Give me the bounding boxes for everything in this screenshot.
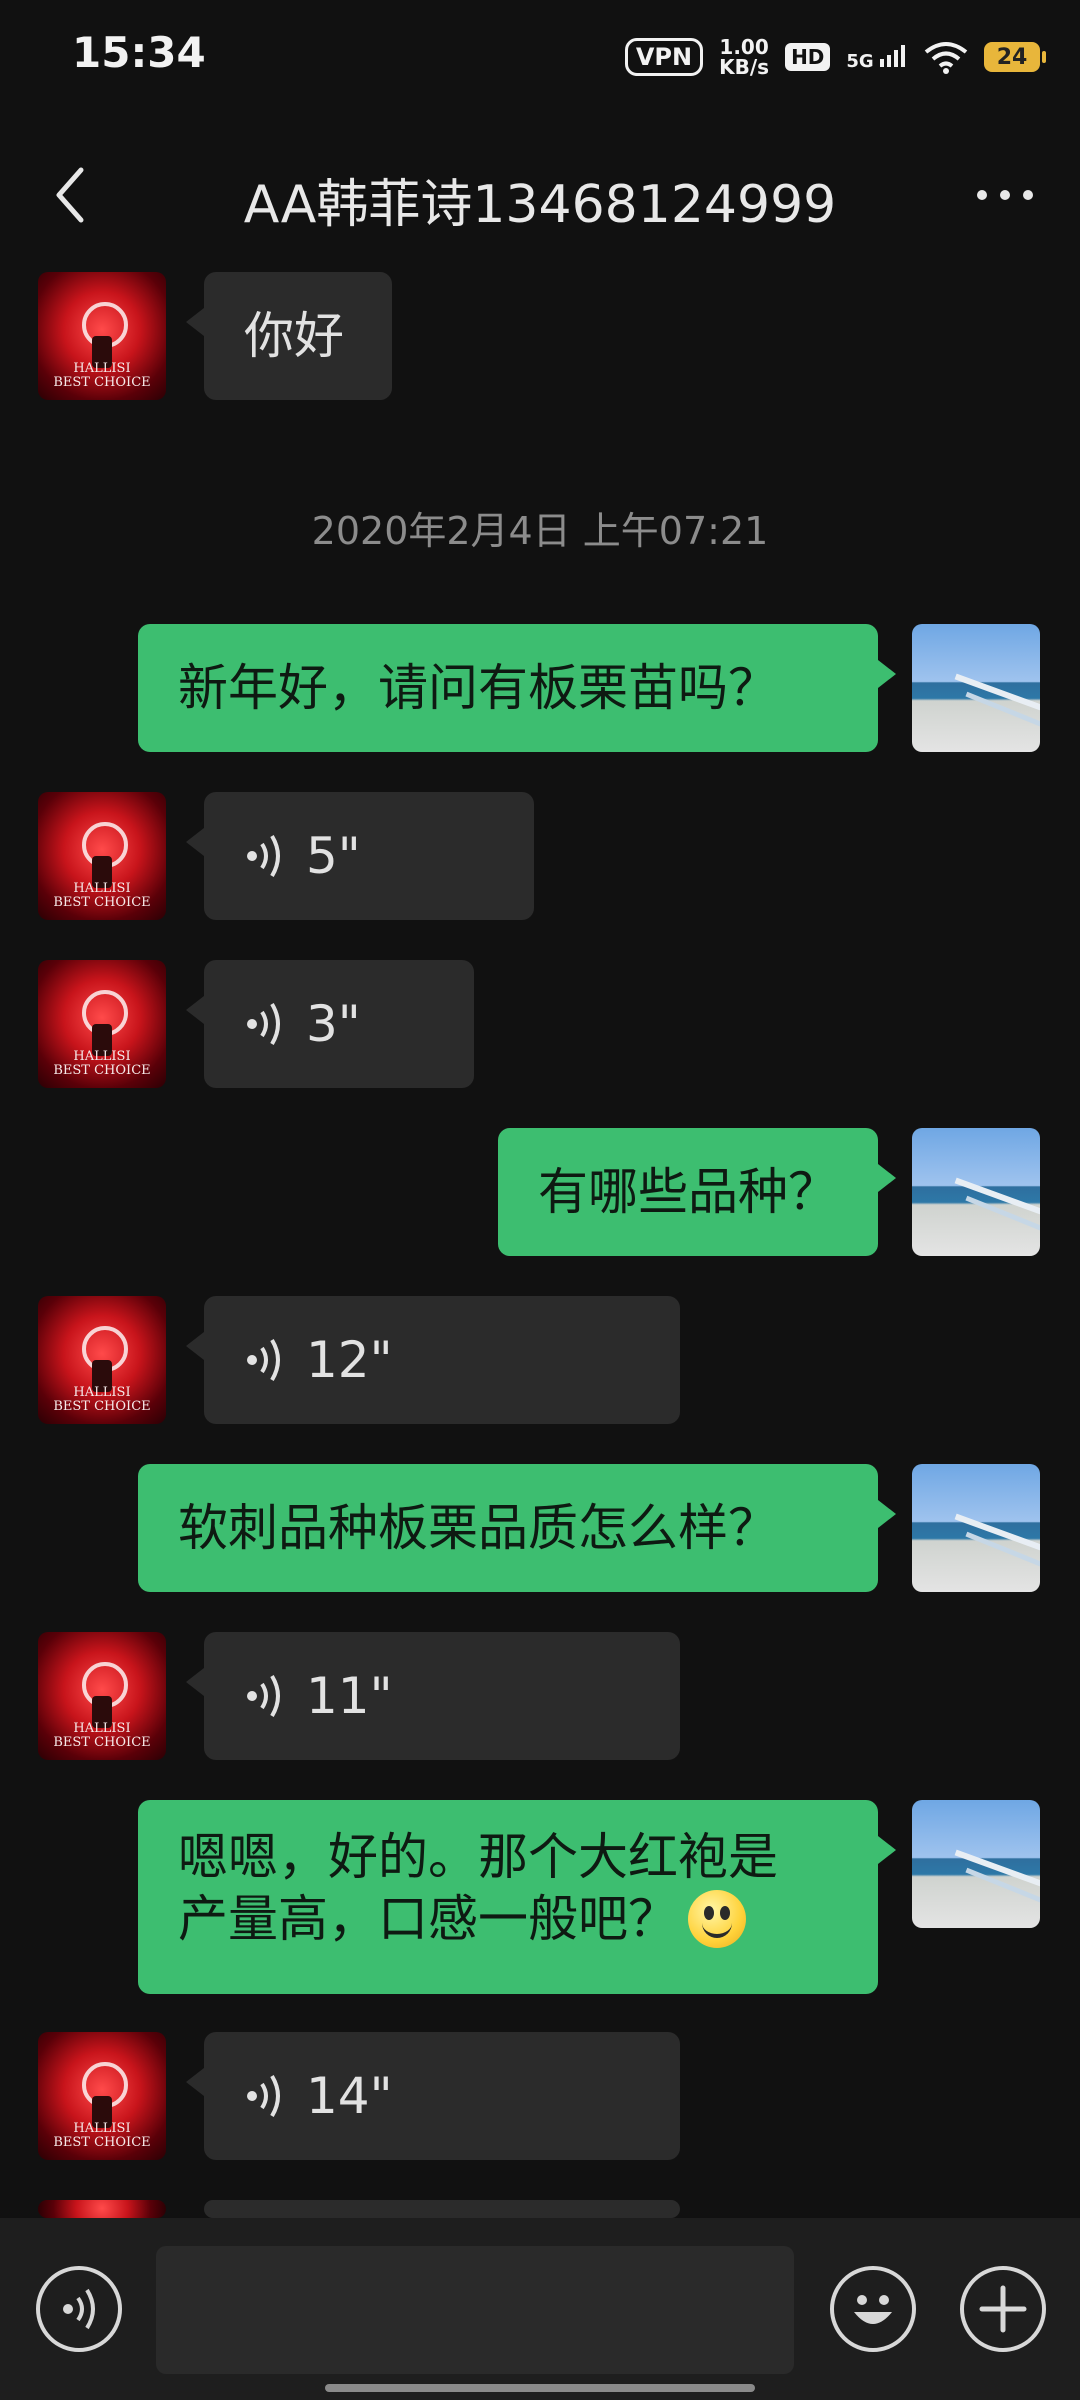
smile-emoji-icon	[688, 1890, 746, 1948]
contact-avatar[interactable]: HALLISI BEST CHOICE	[38, 1632, 166, 1760]
message-bubble[interactable]: 嗯嗯，好的。那个大红袍是 产量高，口感一般吧？	[138, 1800, 896, 1994]
more-options-button[interactable]	[960, 2266, 1046, 2352]
home-indicator[interactable]	[325, 2384, 755, 2392]
contact-avatar[interactable]: HALLISI BEST CHOICE	[38, 2032, 166, 2160]
contact-avatar[interactable]: HALLISI BEST CHOICE	[38, 1296, 166, 1424]
user-avatar[interactable]	[912, 1464, 1040, 1592]
contact-avatar[interactable]	[38, 2200, 166, 2218]
battery-icon: 24	[984, 42, 1046, 72]
voice-icon	[247, 2074, 280, 2118]
voice-input-button[interactable]	[36, 2266, 122, 2352]
contact-avatar[interactable]: HALLISI BEST CHOICE	[38, 792, 166, 920]
user-avatar[interactable]	[912, 624, 1040, 752]
voice-icon	[247, 1674, 280, 1718]
message-bubble[interactable]: 你好	[186, 272, 392, 400]
voice-message[interactable]: 11"	[186, 1632, 680, 1760]
wifi-icon	[924, 42, 968, 74]
plus-icon	[979, 2285, 1027, 2333]
message-input[interactable]	[156, 2246, 794, 2374]
voice-icon	[63, 2288, 95, 2330]
message-bubble[interactable]: 有哪些品种？	[498, 1128, 896, 1256]
input-bar	[0, 2218, 1080, 2400]
voice-message[interactable]: 5"	[186, 792, 534, 920]
contact-avatar[interactable]: HALLISI BEST CHOICE	[38, 272, 166, 400]
status-icons: VPN 1.00 KB/s HD 5G 24	[624, 30, 1046, 84]
signal-icon: 5G	[846, 43, 908, 72]
voice-icon	[247, 834, 280, 878]
voice-message[interactable]: 3"	[186, 960, 474, 1088]
voice-message[interactable]: 12"	[186, 1296, 680, 1424]
message-bubble[interactable]: 新年好，请问有板栗苗吗？	[138, 624, 896, 752]
contact-avatar[interactable]: HALLISI BEST CHOICE	[38, 960, 166, 1088]
status-bar: 15:34 VPN 1.00 KB/s HD 5G 24	[0, 0, 1080, 110]
voice-message[interactable]	[186, 2200, 680, 2264]
user-avatar[interactable]	[912, 1128, 1040, 1256]
emoji-button[interactable]	[830, 2266, 916, 2352]
user-avatar[interactable]	[912, 1800, 1040, 1928]
message-timestamp: 2020年2月4日 上午07:21	[311, 509, 769, 553]
status-time: 15:34	[72, 28, 206, 77]
vpn-indicator: VPN	[624, 38, 704, 76]
network-speed: 1.00 KB/s	[719, 35, 770, 79]
voice-icon	[247, 1002, 280, 1046]
chat-title: AA韩菲诗13468124999	[243, 175, 837, 235]
hd-icon: HD	[785, 43, 831, 71]
more-icon[interactable]	[970, 160, 1040, 230]
voice-message[interactable]: 14"	[186, 2032, 680, 2160]
chat-header: AA韩菲诗13468124999	[0, 140, 1080, 250]
voice-icon	[247, 1338, 280, 1382]
message-bubble[interactable]: 软刺品种板栗品质怎么样？	[138, 1464, 896, 1592]
emoji-icon	[854, 2295, 892, 2324]
